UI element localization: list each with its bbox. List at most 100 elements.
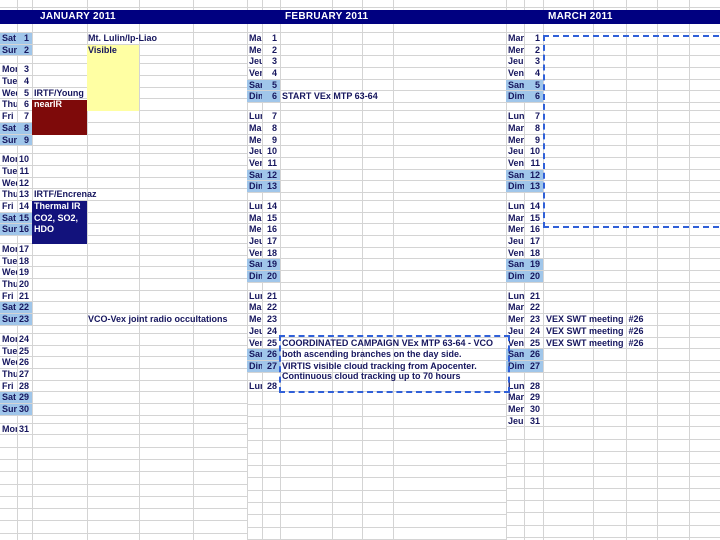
day-abbrev-cell[interactable]: Dim [506,271,524,282]
event-label[interactable]: IRTF/Encrenaz [34,189,97,201]
day-number-cell[interactable]: 3 [524,56,543,67]
day-number-cell[interactable]: 24 [524,326,543,337]
day-abbrev-cell[interactable]: Wed [0,88,17,99]
day-number-cell[interactable]: 31 [524,416,543,427]
event-label[interactable]: Thermal IR [34,201,81,213]
day-abbrev-cell[interactable]: Fri [0,291,17,302]
day-number-cell[interactable]: 11 [524,158,543,169]
day-number-cell[interactable]: 1 [262,33,280,44]
day-abbrev-cell[interactable]: Sun [0,135,17,146]
day-abbrev-cell[interactable]: Ven [247,338,262,349]
day-abbrev-cell[interactable]: Jeu [506,146,524,157]
day-abbrev-cell[interactable]: Mon [0,334,17,345]
day-abbrev-cell[interactable]: Mon [0,154,17,165]
day-number-cell[interactable]: 9 [17,135,32,146]
day-abbrev-cell[interactable]: Sam [506,170,524,181]
event-label[interactable]: START VEx MTP 63-64 [282,91,378,103]
day-abbrev-cell[interactable]: Ven [247,68,262,79]
day-abbrev-cell[interactable]: Lun [506,291,524,302]
day-abbrev-cell[interactable]: Lun [506,201,524,212]
day-abbrev-cell[interactable]: Lun [506,111,524,122]
day-abbrev-cell[interactable]: Sun [0,404,17,415]
month-header[interactable]: JANUARY 2011 [0,10,247,24]
day-abbrev-cell[interactable]: Dim [506,181,524,192]
day-number-cell[interactable]: 8 [17,123,32,134]
day-abbrev-cell[interactable]: Wed [0,357,17,368]
day-number-cell[interactable]: 14 [17,201,32,212]
day-number-cell[interactable]: 16 [17,224,32,235]
event-label[interactable]: VEX SWT meeting #26 [546,314,644,326]
day-number-cell[interactable]: 8 [262,123,280,134]
day-abbrev-cell[interactable]: Thu [0,189,17,200]
day-abbrev-cell[interactable]: Mer [247,135,262,146]
day-number-cell[interactable]: 26 [262,349,280,360]
day-abbrev-cell[interactable]: Mer [247,224,262,235]
day-abbrev-cell[interactable]: Mer [506,45,524,56]
event-label[interactable]: Visible [88,45,117,57]
day-abbrev-cell[interactable]: Jeu [506,416,524,427]
day-number-cell[interactable]: 4 [17,76,32,87]
day-number-cell[interactable]: 12 [524,170,543,181]
day-abbrev-cell[interactable]: Mar [506,302,524,313]
day-number-cell[interactable]: 19 [17,267,32,278]
day-abbrev-cell[interactable]: Jeu [506,236,524,247]
day-number-cell[interactable]: 26 [17,357,32,368]
day-number-cell[interactable]: 13 [262,181,280,192]
event-label[interactable]: VEX SWT meeting #26 [546,326,644,338]
day-number-cell[interactable]: 17 [262,236,280,247]
day-number-cell[interactable]: 16 [262,224,280,235]
day-abbrev-cell[interactable]: Mer [506,135,524,146]
day-number-cell[interactable]: 18 [17,256,32,267]
day-number-cell[interactable]: 12 [262,170,280,181]
day-number-cell[interactable]: 2 [262,45,280,56]
day-number-cell[interactable]: 21 [262,291,280,302]
day-number-cell[interactable]: 1 [524,33,543,44]
day-abbrev-cell[interactable]: Mar [247,33,262,44]
day-number-cell[interactable]: 4 [524,68,543,79]
day-abbrev-cell[interactable]: Mar [247,123,262,134]
event-label[interactable]: CO2, SO2, [34,213,78,225]
day-number-cell[interactable]: 20 [262,271,280,282]
day-number-cell[interactable]: 24 [262,326,280,337]
day-number-cell[interactable]: 7 [524,111,543,122]
day-number-cell[interactable]: 25 [17,346,32,357]
event-label[interactable]: VCO-Vex joint radio occultations [88,314,228,326]
day-number-cell[interactable]: 2 [524,45,543,56]
day-number-cell[interactable]: 3 [17,64,32,75]
day-abbrev-cell[interactable]: Sun [0,45,17,56]
day-number-cell[interactable]: 20 [524,271,543,282]
day-abbrev-cell[interactable]: Sat [0,392,17,403]
day-number-cell[interactable]: 22 [17,302,32,313]
day-abbrev-cell[interactable]: Mon [0,64,17,75]
day-abbrev-cell[interactable]: Mar [506,392,524,403]
day-number-cell[interactable]: 18 [262,248,280,259]
day-abbrev-cell[interactable]: Ven [247,158,262,169]
day-abbrev-cell[interactable]: Mer [506,314,524,325]
day-number-cell[interactable]: 31 [17,424,32,435]
month-header[interactable]: FEBRUARY 2011 [247,10,506,24]
day-number-cell[interactable]: 15 [17,213,32,224]
day-abbrev-cell[interactable]: Mar [506,123,524,134]
day-number-cell[interactable]: 14 [524,201,543,212]
day-number-cell[interactable]: 2 [17,45,32,56]
day-abbrev-cell[interactable]: Ven [506,248,524,259]
day-number-cell[interactable]: 5 [524,80,543,91]
day-number-cell[interactable]: 6 [17,99,32,110]
day-abbrev-cell[interactable]: Thu [0,99,17,110]
day-number-cell[interactable]: 22 [524,302,543,313]
day-number-cell[interactable]: 23 [17,314,32,325]
event-label[interactable]: nearIR [34,99,62,111]
day-abbrev-cell[interactable]: Jeu [247,56,262,67]
day-number-cell[interactable]: 21 [17,291,32,302]
day-number-cell[interactable]: 27 [17,369,32,380]
day-abbrev-cell[interactable]: Sat [0,302,17,313]
day-number-cell[interactable]: 25 [524,338,543,349]
day-number-cell[interactable]: 29 [17,392,32,403]
day-number-cell[interactable]: 1 [17,33,32,44]
day-abbrev-cell[interactable]: Jeu [506,56,524,67]
day-number-cell[interactable]: 10 [524,146,543,157]
day-abbrev-cell[interactable]: Lun [247,111,262,122]
day-abbrev-cell[interactable]: Fri [0,111,17,122]
day-abbrev-cell[interactable]: Sam [247,349,262,360]
day-abbrev-cell[interactable]: Thu [0,279,17,290]
